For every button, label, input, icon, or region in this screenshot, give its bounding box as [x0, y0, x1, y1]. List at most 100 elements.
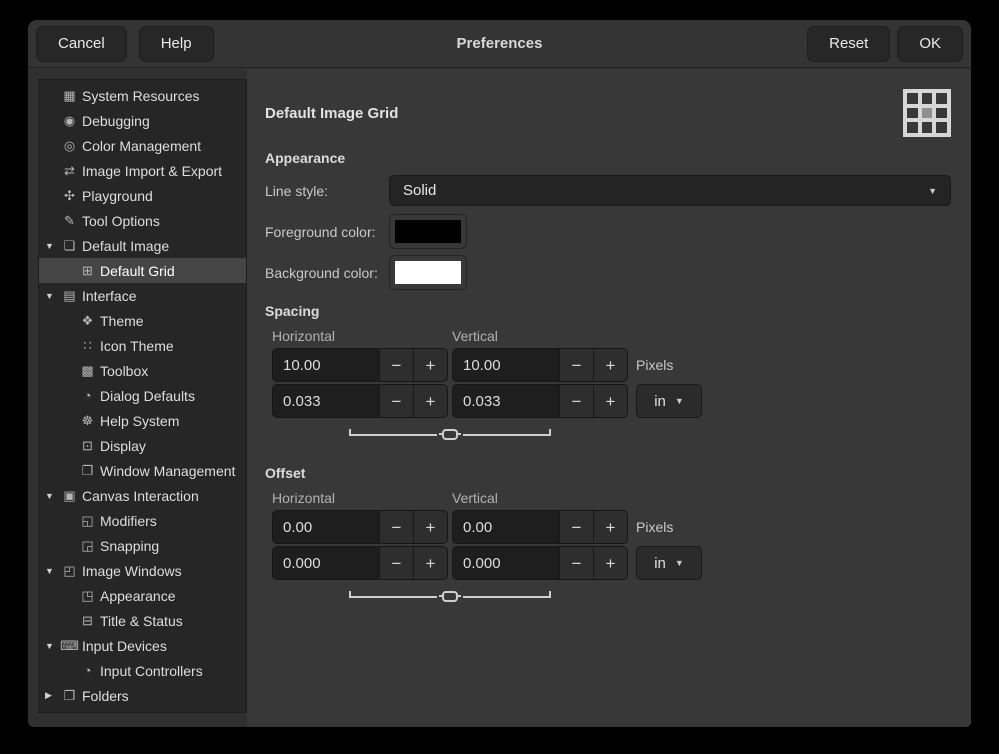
expander-down-icon[interactable]: ▼	[45, 491, 60, 501]
decrement-button[interactable]: −	[559, 511, 593, 543]
lifebuoy-icon: ☸	[78, 413, 97, 429]
theme-icon: ❖	[78, 313, 97, 329]
sidebar-item-label: Input Devices	[82, 638, 167, 654]
spacing-vertical-unit-input[interactable]	[453, 385, 559, 417]
increment-button[interactable]: +	[413, 385, 447, 417]
offset-heading: Offset	[265, 465, 951, 481]
chain-line-right	[463, 591, 551, 598]
increment-button[interactable]: +	[413, 547, 447, 579]
sidebar-item-label: Color Management	[82, 138, 201, 154]
foreground-swatch-fill	[395, 220, 461, 243]
sidebar-item-appearance[interactable]: ◳Appearance	[39, 583, 246, 608]
sidebar-item-label: Toolbox	[100, 363, 148, 379]
sidebar-item-image-windows[interactable]: ▼◰Image Windows	[39, 558, 246, 583]
spacing-horizontal-unit-spinner: − +	[272, 384, 448, 418]
spacing-vertical-pixels-input[interactable]	[453, 349, 559, 381]
chevron-down-icon	[675, 396, 684, 406]
expander-down-icon[interactable]: ▼	[45, 566, 60, 576]
sidebar-item-input-devices[interactable]: ▼⌨Input Devices	[39, 633, 246, 658]
offset-horizontal-unit-input[interactable]	[273, 547, 379, 579]
expander-down-icon[interactable]: ▼	[45, 641, 60, 651]
sidebar-item-debugging[interactable]: ◉Debugging	[39, 108, 246, 133]
sidebar-item-label: Canvas Interaction	[82, 488, 199, 504]
window-appearance-icon: ◳	[78, 588, 97, 604]
offset-vertical-unit-spinner: − +	[452, 546, 628, 580]
sidebar-item-title-status[interactable]: ⊟Title & Status	[39, 608, 246, 633]
sidebar-item-default-grid[interactable]: ⊞Default Grid	[39, 258, 246, 283]
increment-button[interactable]: +	[593, 385, 627, 417]
sidebar-item-default-image[interactable]: ▼❏Default Image	[39, 233, 246, 258]
sidebar-item-label: Modifiers	[100, 513, 157, 529]
sidebar-item-label: System Resources	[82, 88, 199, 104]
chain-line-left	[349, 591, 437, 598]
modifiers-icon: ◱	[78, 513, 97, 529]
increment-button[interactable]: +	[593, 349, 627, 381]
increment-button[interactable]: +	[413, 349, 447, 381]
decrement-button[interactable]: −	[379, 547, 413, 579]
expander-down-icon[interactable]: ▼	[45, 241, 60, 251]
cancel-button[interactable]: Cancel	[36, 26, 127, 62]
spacing-horizontal-unit-input[interactable]	[273, 385, 379, 417]
sidebar-item-label: Image Windows	[82, 563, 182, 579]
input-devices-icon: ⌨	[60, 638, 79, 654]
expander-down-icon[interactable]: ▼	[45, 291, 60, 301]
spacing-chain-button[interactable]	[442, 429, 458, 440]
decrement-button[interactable]: −	[379, 511, 413, 543]
sidebar-item-toolbox[interactable]: ▩Toolbox	[39, 358, 246, 383]
sidebar-item-image-import-export[interactable]: ⇄Image Import & Export	[39, 158, 246, 183]
sidebar-item-tool-options[interactable]: ✎Tool Options	[39, 208, 246, 233]
image-window-icon: ◰	[60, 563, 79, 579]
decrement-button[interactable]: −	[379, 385, 413, 417]
folders-icon: ❒	[60, 688, 79, 704]
spacing-vertical-label: Vertical	[452, 328, 498, 344]
sidebar-item-snapping[interactable]: ◲Snapping	[39, 533, 246, 558]
increment-button[interactable]: +	[593, 547, 627, 579]
decrement-button[interactable]: −	[559, 349, 593, 381]
sidebar-item-system-resources[interactable]: ▦System Resources	[39, 83, 246, 108]
tool-pencil-icon: ✎	[60, 213, 79, 229]
increment-button[interactable]: +	[413, 511, 447, 543]
offset-vertical-pixels-input[interactable]	[453, 511, 559, 543]
offset-chain-row	[272, 585, 628, 607]
sidebar-item-canvas-interaction[interactable]: ▼▣Canvas Interaction	[39, 483, 246, 508]
toolbox-icon: ▩	[78, 363, 97, 379]
offset-chain-button[interactable]	[442, 591, 458, 602]
spacing-horizontal-pixels-input[interactable]	[273, 349, 379, 381]
background-color-button[interactable]	[389, 255, 467, 290]
expander-right-icon[interactable]: ▶	[45, 690, 60, 701]
offset-unit-dropdown[interactable]: in	[636, 546, 702, 580]
offset-horizontal-pixels-input[interactable]	[273, 511, 379, 543]
sidebar-item-window-management[interactable]: ❐Window Management	[39, 458, 246, 483]
grid-icon: ⊞	[78, 263, 97, 279]
spacing-unit-value: in	[654, 393, 666, 410]
decrement-button[interactable]: −	[379, 349, 413, 381]
reset-button[interactable]: Reset	[807, 26, 890, 62]
sidebar-item-icon-theme[interactable]: ∷Icon Theme	[39, 333, 246, 358]
sidebar-item-help-system[interactable]: ☸Help System	[39, 408, 246, 433]
sidebar-item-display[interactable]: ⊡Display	[39, 433, 246, 458]
sidebar-item-color-management[interactable]: ◎Color Management	[39, 133, 246, 158]
spacing-pixels-label: Pixels	[632, 357, 673, 373]
panel-header: Default Image Grid	[265, 89, 951, 137]
line-style-dropdown[interactable]: Solid	[389, 175, 951, 206]
line-style-value: Solid	[403, 182, 436, 199]
sidebar-item-label: Default Image	[82, 238, 169, 254]
spacing-unit-dropdown[interactable]: in	[636, 384, 702, 418]
decrement-button[interactable]: −	[559, 385, 593, 417]
foreground-color-button[interactable]	[389, 214, 467, 249]
interface-icon: ▤	[60, 288, 79, 304]
sidebar-item-label: Default Grid	[100, 263, 175, 279]
sidebar-item-theme[interactable]: ❖Theme	[39, 308, 246, 333]
help-button[interactable]: Help	[139, 26, 214, 62]
chevron-down-icon	[675, 558, 684, 568]
increment-button[interactable]: +	[593, 511, 627, 543]
offset-vertical-unit-input[interactable]	[453, 547, 559, 579]
sidebar-item-folders[interactable]: ▶❒Folders	[39, 683, 246, 708]
sidebar-item-dialog-defaults[interactable]: ◔Dialog Defaults	[39, 383, 246, 408]
sidebar-item-modifiers[interactable]: ◱Modifiers	[39, 508, 246, 533]
decrement-button[interactable]: −	[559, 547, 593, 579]
sidebar-item-playground[interactable]: ✣Playground	[39, 183, 246, 208]
sidebar-item-input-controllers[interactable]: ◔Input Controllers	[39, 658, 246, 683]
ok-button[interactable]: OK	[897, 26, 963, 62]
sidebar-item-interface[interactable]: ▼▤Interface	[39, 283, 246, 308]
